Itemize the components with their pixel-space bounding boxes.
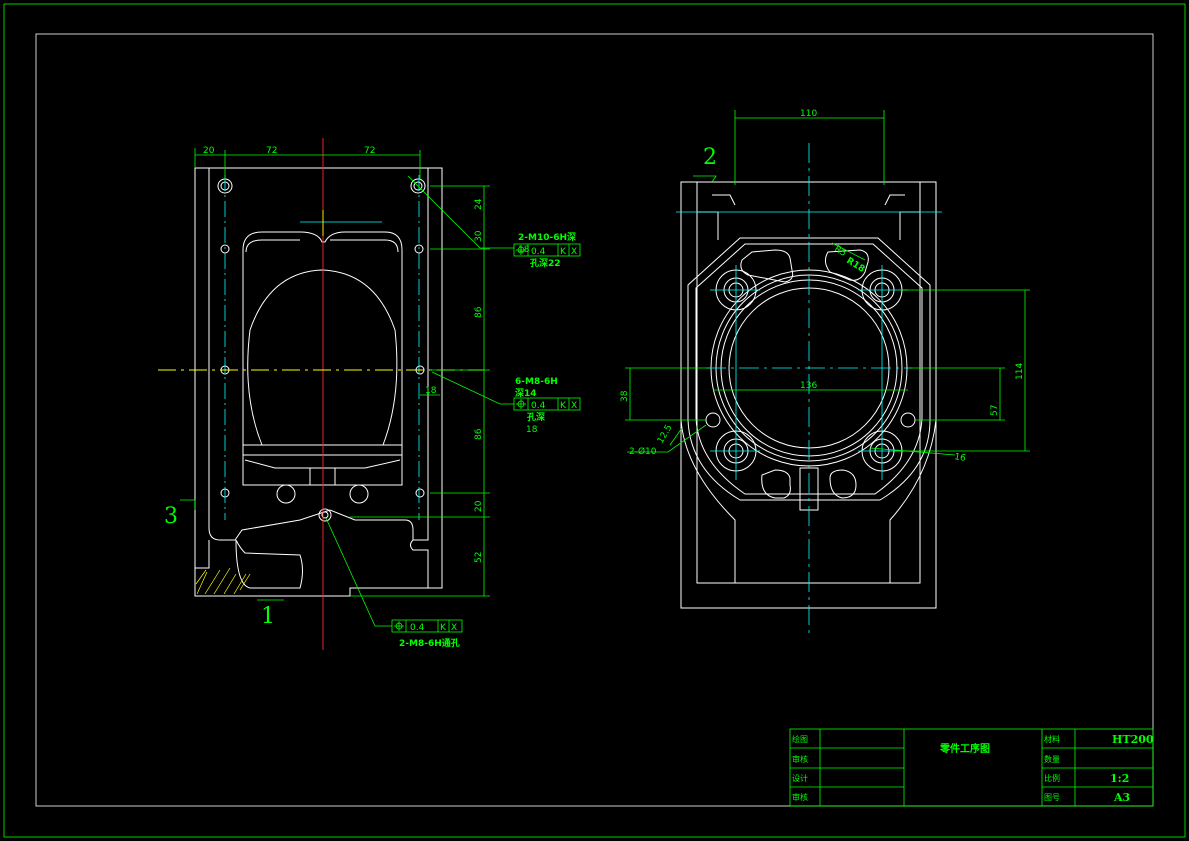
callout-m8-line1: 6-M8-6H [515, 377, 558, 387]
text-layer: 20 72 72 24 30 86 86 20 52 18 2-M10-6H深 … [164, 109, 1154, 804]
callout-m10-line1: 2-M10-6H深 [518, 231, 576, 243]
dim-38: 38 [620, 390, 630, 402]
dim-136: 136 [800, 381, 817, 391]
dim-57: 57 [990, 405, 1000, 416]
dim-r5: R5 [832, 244, 847, 259]
section-label-3: 3 [164, 504, 178, 529]
dim-16: 16 [953, 452, 966, 464]
dim-top-20: 20 [203, 146, 215, 156]
callout-bottom-ref1: K [440, 623, 447, 633]
dim-r18: R18 [844, 256, 866, 275]
dim-right-52: 52 [474, 552, 484, 563]
tb-sheet-value: A3 [1113, 791, 1130, 804]
tb-scale-value: 1:2 [1110, 772, 1129, 785]
dim-right-24: 24 [474, 198, 484, 210]
callout-bottom-line1: 2-M8-6H通孔 [399, 637, 460, 649]
dim-12-5: 12.5 [656, 423, 675, 445]
tb-scale-label: 比例 [1044, 773, 1060, 783]
tb-label-check: 审核 [792, 754, 808, 764]
callout-m8-line2: 深14 [515, 387, 537, 399]
tb-label-draw: 绘图 [792, 734, 808, 744]
callout-m10-ref2: X [571, 247, 577, 257]
dim-114: 114 [1015, 363, 1025, 380]
callout-m8-ref2: X [571, 401, 577, 411]
dim-top-72a: 72 [266, 146, 277, 156]
dim-top-72b: 72 [364, 146, 375, 156]
callout-m10-extra: 18 [518, 245, 530, 255]
callout-m8-line3: 孔深 [527, 411, 545, 423]
tb-label-design: 设计 [792, 773, 808, 783]
callout-m10-ref1: K [560, 247, 567, 257]
callout-m8-tol: 0.4 [531, 401, 546, 411]
section-label-1: 1 [261, 604, 275, 629]
callout-bottom-ref2: X [451, 623, 457, 633]
callout-m8-line4: 18 [526, 425, 538, 435]
callout-m10-tol: 0.4 [531, 247, 546, 257]
dim-right-86a: 86 [474, 306, 484, 318]
tb-material-value: HT200 [1112, 733, 1154, 746]
dim-110: 110 [800, 109, 817, 119]
section-label-2: 2 [703, 145, 717, 170]
dim-right-30: 30 [474, 230, 484, 242]
tb-material-label: 材料 [1044, 734, 1060, 744]
tb-sheet-label: 图号 [1044, 793, 1060, 802]
dim-right-86b: 86 [474, 428, 484, 440]
callout-bottom-tol: 0.4 [410, 623, 425, 633]
tb-row2-label: 数量 [1044, 754, 1060, 764]
tb-title: 零件工序图 [939, 742, 990, 755]
dim-right-20: 20 [474, 500, 484, 512]
callout-m8-ref1: K [560, 401, 567, 411]
tb-label-review: 审核 [792, 792, 808, 802]
dim-18-small: 18 [425, 386, 437, 396]
dim-phi10: 2-Ø10 [629, 446, 657, 457]
callout-m10-line2: 孔深22 [530, 257, 561, 269]
